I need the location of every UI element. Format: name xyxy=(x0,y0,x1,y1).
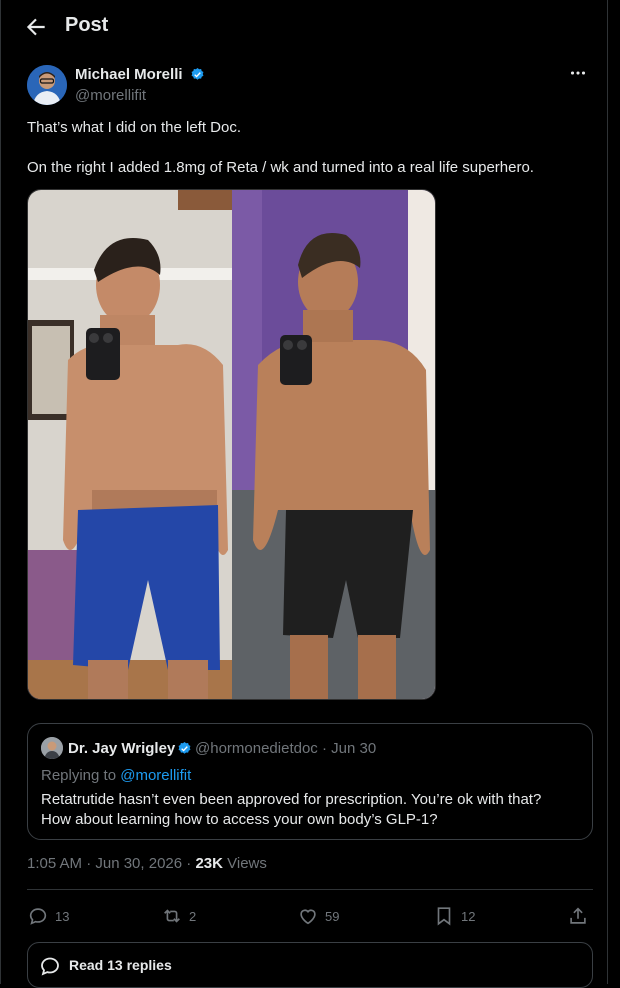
reply-button[interactable]: 13 xyxy=(27,905,69,927)
views-count: 23K xyxy=(195,855,223,872)
divider xyxy=(27,889,593,890)
reply-count: 13 xyxy=(55,908,70,924)
replying-prefix: Replying to xyxy=(41,767,117,784)
quote-avatar[interactable] xyxy=(41,737,63,759)
bookmark-icon xyxy=(437,907,451,926)
quote-text-line: Retatrutide hasn’t even been approved fo… xyxy=(41,791,542,808)
views-label: Views xyxy=(222,855,267,872)
share-icon xyxy=(570,907,586,924)
heart-icon xyxy=(300,909,316,925)
replying-to: Replying to @morellifit xyxy=(41,767,191,784)
quote-author-name[interactable]: Dr. Jay Wrigley xyxy=(68,740,175,757)
ellipsis-icon[interactable] xyxy=(567,62,589,84)
bookmark-button[interactable]: 12 xyxy=(433,905,475,927)
arrow-left-icon[interactable] xyxy=(23,14,49,40)
page-title: Post xyxy=(65,14,109,36)
post-time[interactable]: 1:05 AM · Jun 30, 2026 · xyxy=(27,855,195,872)
quote-text-line: How about learning how to access your ow… xyxy=(41,811,438,828)
verified-badge-icon xyxy=(178,741,191,754)
post-text-line: That’s what I did on the left Doc. xyxy=(27,119,242,136)
like-count: 59 xyxy=(325,908,340,924)
post-text-line: On the right I added 1.8mg of Reta / wk … xyxy=(27,159,534,176)
before-after-photo xyxy=(28,190,435,699)
author-handle[interactable]: @morellifit xyxy=(75,87,146,104)
bookmark-count: 12 xyxy=(461,908,476,924)
reply-icon xyxy=(29,908,47,925)
quoted-post[interactable]: Dr. Jay Wrigley @hormonedietdoc · Jun 30… xyxy=(27,723,593,840)
read-replies-button[interactable]: Read 13 replies xyxy=(27,942,593,988)
speech-bubble-icon xyxy=(41,957,59,976)
read-replies-label: Read 13 replies xyxy=(69,957,172,973)
post-timestamp: 1:05 AM · Jun 30, 2026 · 23K Views xyxy=(27,855,267,872)
repost-count: 2 xyxy=(189,908,197,924)
quote-separator: · xyxy=(321,740,327,757)
post-media-image[interactable] xyxy=(27,189,436,700)
author-name[interactable]: Michael Morelli xyxy=(75,66,183,83)
quote-date[interactable]: Jun 30 xyxy=(331,740,376,757)
page-header: Post xyxy=(1,0,607,54)
share-button[interactable] xyxy=(567,905,589,927)
post-column: Post Michael Morelli @morellifit That’s … xyxy=(0,0,608,988)
repost-button[interactable]: 2 xyxy=(161,905,196,927)
like-button[interactable]: 59 xyxy=(297,905,339,927)
quote-meta: @hormonedietdoc · Jun 30 xyxy=(195,740,376,757)
verified-badge-icon xyxy=(191,67,204,80)
replying-to-link[interactable]: @morellifit xyxy=(120,767,191,784)
repost-icon xyxy=(164,909,180,923)
quote-author-handle[interactable]: @hormonedietdoc xyxy=(195,740,318,757)
avatar[interactable] xyxy=(27,65,67,105)
